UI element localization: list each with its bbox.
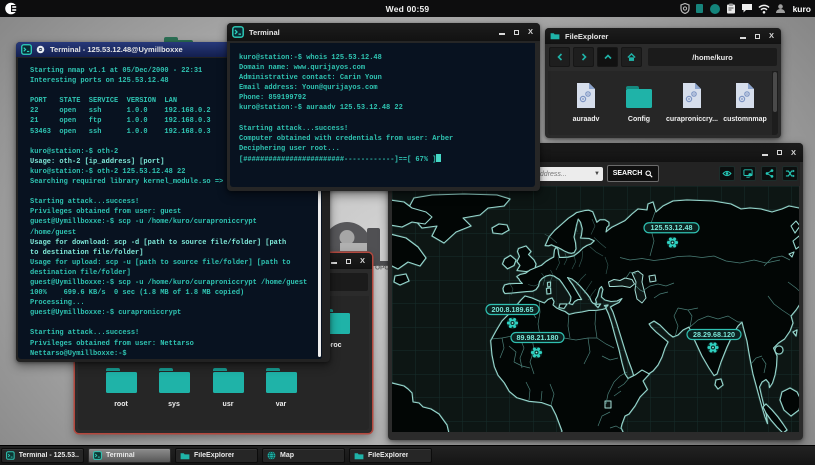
svg-text:28.29.68.120: 28.29.68.120 <box>693 330 735 339</box>
svg-text:89.98.21.180: 89.98.21.180 <box>517 333 559 342</box>
svg-text:200.8.189.65: 200.8.189.65 <box>492 305 534 314</box>
svg-text:125.53.12.48: 125.53.12.48 <box>651 223 693 232</box>
